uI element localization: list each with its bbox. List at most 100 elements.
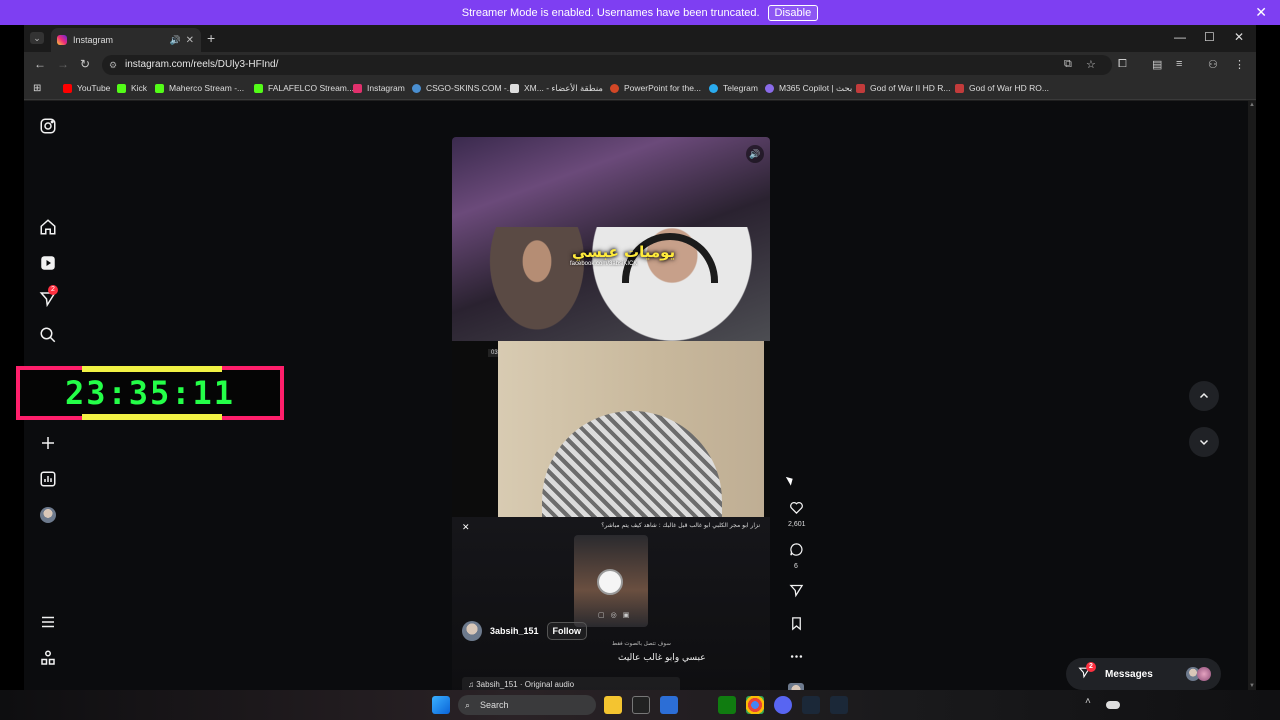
volume-icon[interactable]: 🔊 [746,145,764,163]
direct-icon: 2 [1078,662,1096,682]
video-call-area: 03:20:24 [452,341,770,517]
save-button[interactable] [788,616,804,636]
media-controls-icon[interactable]: ≡ [1176,58,1182,70]
previous-reel-button[interactable] [1189,381,1219,411]
like-count: 2,601 [788,521,806,528]
scroll-down-icon[interactable]: ▼ [1249,683,1255,689]
create-icon[interactable] [39,434,57,452]
telegram-icon [709,83,718,93]
comment-icon [789,543,803,556]
bookmark-maherco[interactable]: Maherco Stream -... [155,83,244,93]
bookmark-telegram[interactable]: Telegram [709,83,758,93]
banner-close-icon[interactable]: ✕ [1255,4,1267,21]
apps-icon[interactable]: ⊞ [33,83,41,94]
bookmark-kick[interactable]: Kick [117,83,147,93]
author-row: 3absih_151 Follow [462,621,588,641]
forward-icon[interactable]: → [57,57,69,71]
page-scrollbar[interactable]: ▲ ▼ [1248,101,1256,690]
like-button[interactable]: 2,601 [788,500,806,528]
bookmark-copilot[interactable]: M365 Copilot | بحث [765,83,852,94]
more-dots-icon [790,655,802,658]
dashboard-icon[interactable] [39,470,57,488]
onedrive-icon[interactable] [1106,701,1120,709]
more-apps-icon[interactable] [39,649,57,667]
bookmark-god-of-war-2[interactable]: God of War II HD R... [856,83,950,93]
install-app-icon[interactable]: ⧉ [1064,58,1072,71]
banner-text: Streamer Mode is enabled. Usernames have… [461,6,760,19]
audio-label: 3absih_151 · Original audio [476,680,575,689]
more-options-button[interactable] [788,649,804,669]
reel-bottom-panel: ✕ نزار ابو مجر الكلبي ابو غالب قبل غالبك… [452,517,770,690]
tab-instagram[interactable]: Instagram 🔊 ✕ [51,28,201,52]
maximize-icon[interactable]: ☐ [1204,30,1215,44]
browser-menu-icon[interactable]: ⋮ [1234,58,1245,71]
chrome-icon[interactable] [746,696,764,714]
direct-icon[interactable]: 2 [39,285,58,308]
tray-chevron-icon[interactable]: ˄ [1085,696,1095,714]
audio-thumbnail[interactable] [788,683,804,690]
bookmark-xm[interactable]: XM... - منطقة الأعضاء [510,83,603,94]
app-icon[interactable] [632,696,650,714]
reel-caption[interactable]: عبسي وابو غالب عاليث [618,653,706,663]
messages-button[interactable]: 2 Messages [1066,658,1221,690]
scroll-up-icon[interactable]: ▲ [1249,102,1255,108]
tab-close-icon[interactable]: ✕ [186,35,194,46]
site-info-icon[interactable]: ⚙ [109,55,117,75]
reel-overlay-subtitle: facebook.com/3absiKICK [570,261,638,267]
bookmark-powerpoint[interactable]: PowerPoint for the... [610,83,701,93]
follow-button[interactable]: Follow [546,622,588,640]
camera-controls-icon: ▢◎▣ [598,612,636,619]
bookmark-falafelco[interactable]: FALAFELCO Stream... [254,83,354,93]
minimize-icon[interactable]: — [1174,30,1186,44]
new-tab-icon[interactable]: + [207,30,215,46]
address-bar[interactable]: ⚙ instagram.com/reels/DUly3-HFInd/ [102,55,1112,75]
bookmark-youtube[interactable]: YouTube [63,83,110,93]
bookmark-star-icon[interactable]: ☆ [1086,58,1096,71]
store-icon[interactable] [660,696,678,714]
xm-icon [510,84,519,93]
home-icon[interactable] [39,218,57,236]
music-note-icon: ♫ [468,680,477,689]
steam-icon[interactable] [802,696,820,714]
tab-search-icon[interactable]: ⌄ [30,32,44,44]
file-explorer-icon[interactable] [604,696,622,714]
caption-small: سوف تتصل بالصوت فقط [612,641,671,647]
chevron-up-icon [1199,392,1209,399]
search-icon[interactable] [39,326,57,344]
close-icon[interactable]: ✕ [462,522,470,533]
bookmark-god-of-war[interactable]: God of War HD RO... [955,83,1049,93]
profile-avatar[interactable] [40,507,56,523]
author-avatar[interactable] [462,621,482,641]
reel-video[interactable]: يوميات عبسي facebook.com/3absiKICK 🔊 03:… [452,137,770,690]
profile-icon[interactable]: ⚇ [1208,58,1218,71]
messages-label: Messages [1105,668,1153,680]
windows-start-icon[interactable] [432,696,450,714]
steam-icon[interactable] [830,696,848,714]
speaker-icon[interactable]: 🔊 [170,35,181,46]
instagram-icon[interactable] [39,117,57,135]
comment-button[interactable]: 6 [788,542,804,570]
audio-attribution[interactable]: ♫ 3absih_151 · Original audio [462,677,680,690]
author-username[interactable]: 3absih_151 [490,626,539,636]
share-button[interactable] [788,583,804,603]
discord-icon[interactable] [774,696,792,714]
xbox-icon[interactable] [718,696,736,714]
bookmark-csgo-skins[interactable]: CSGO-SKINS.COM -... [412,83,514,93]
reel-overlay-title: يوميات عبسي [572,243,676,261]
kick-icon [117,83,126,93]
next-reel-button[interactable] [1189,427,1219,457]
taskbar-search[interactable]: ⌕ Search [458,695,596,715]
bookmark-instagram[interactable]: Instagram [353,83,405,93]
reply-text: نزار ابو مجر الكلبي ابو غالب قبل غالبك :… [601,522,760,529]
menu-icon[interactable] [39,613,57,631]
kick-icon [155,83,164,93]
game-icon [856,83,865,93]
notification-badge: 2 [48,285,58,295]
disable-button[interactable]: Disable [767,4,819,21]
back-icon[interactable]: ← [34,57,46,71]
extensions-icon[interactable]: ⧠ [1118,58,1127,71]
sidebar-icon[interactable]: ▤ [1152,58,1162,71]
window-close-icon[interactable]: ✕ [1234,30,1244,44]
reload-icon[interactable]: ↻ [80,57,90,71]
reels-icon[interactable] [39,254,57,272]
